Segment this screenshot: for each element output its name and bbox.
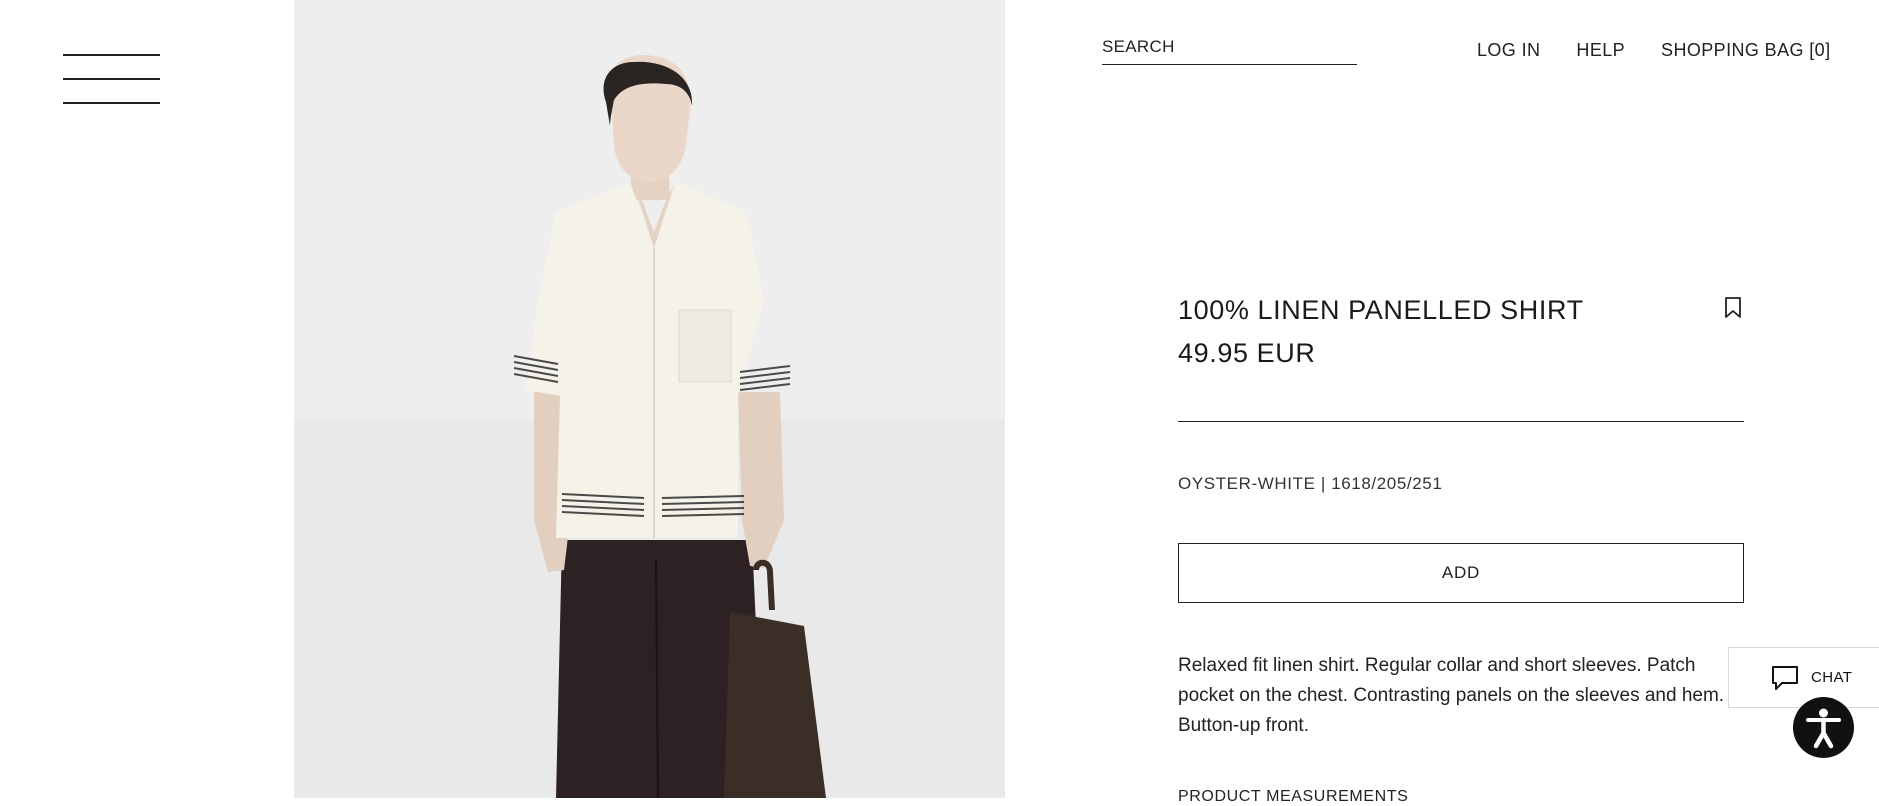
menu-button[interactable] <box>63 54 160 106</box>
accessibility-button[interactable] <box>1793 697 1854 758</box>
product-image[interactable] <box>294 0 1005 798</box>
color-reference: OYSTER-WHITE | 1618/205/251 <box>1178 474 1443 493</box>
product-description: Relaxed fit linen shirt. Regular collar … <box>1178 655 1725 736</box>
chat-bubble-icon <box>1772 665 1798 690</box>
product-measurements-link[interactable]: PRODUCT MEASUREMENTS <box>1178 788 1408 806</box>
product-title: 100% LINEN PANELLED SHIRT <box>1178 295 1584 325</box>
shopping-bag-link[interactable]: SHOPPING BAG [0] <box>1661 40 1830 61</box>
menu-bar-top <box>63 54 160 56</box>
top-navigation: LOG IN HELP SHOPPING BAG [0] <box>1477 40 1831 61</box>
accessibility-person-icon <box>1806 708 1841 749</box>
product-info: 100% LINEN PANELLED SHIRT 49.95 EUR OYST… <box>1178 290 1744 805</box>
menu-bar-bottom <box>63 102 160 104</box>
search-field[interactable] <box>1102 34 1357 65</box>
search-input[interactable] <box>1102 34 1357 57</box>
chat-label: CHAT <box>1811 669 1853 686</box>
help-link[interactable]: HELP <box>1576 40 1625 61</box>
divider <box>1178 421 1744 422</box>
bookmark-icon[interactable] <box>1723 297 1743 319</box>
login-link[interactable]: LOG IN <box>1477 40 1540 61</box>
add-to-bag-button[interactable]: ADD <box>1178 543 1744 603</box>
menu-bar-middle <box>63 78 160 80</box>
product-price: 49.95 EUR <box>1178 338 1316 368</box>
